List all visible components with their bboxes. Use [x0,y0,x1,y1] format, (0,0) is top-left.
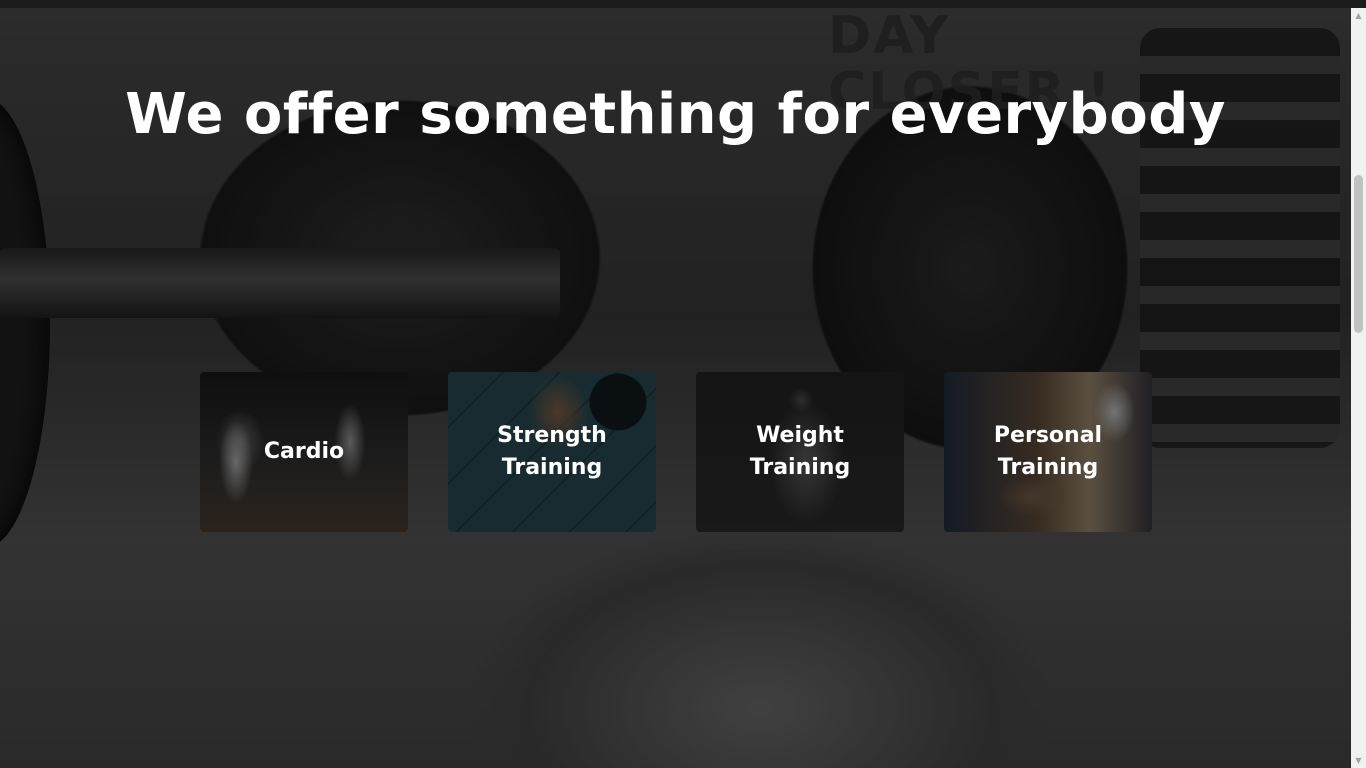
vertical-scrollbar[interactable]: ▲ ▼ [1351,8,1366,768]
page: DAY CLOSER ! We offer something for ever… [0,0,1366,768]
services-grid: Cardio Strength Training Weight Training… [200,372,1152,532]
service-card-strength-training[interactable]: Strength Training [448,372,656,532]
service-card-cardio[interactable]: Cardio [200,372,408,532]
service-card-weight-training[interactable]: Weight Training [696,372,904,532]
top-bar [0,0,1366,8]
service-card-label: Personal Training [993,423,1103,480]
scrollbar-thumb[interactable] [1354,175,1363,333]
service-card-personal-training[interactable]: Personal Training [944,372,1152,532]
service-card-label: Weight Training [749,423,851,480]
service-card-label: Strength Training [497,423,607,480]
section-headline: We offer something for everybody [125,82,1226,147]
service-card-label: Cardio [263,439,345,464]
scroll-up-arrow-icon[interactable]: ▲ [1351,8,1366,23]
scroll-down-arrow-icon[interactable]: ▼ [1351,753,1366,768]
